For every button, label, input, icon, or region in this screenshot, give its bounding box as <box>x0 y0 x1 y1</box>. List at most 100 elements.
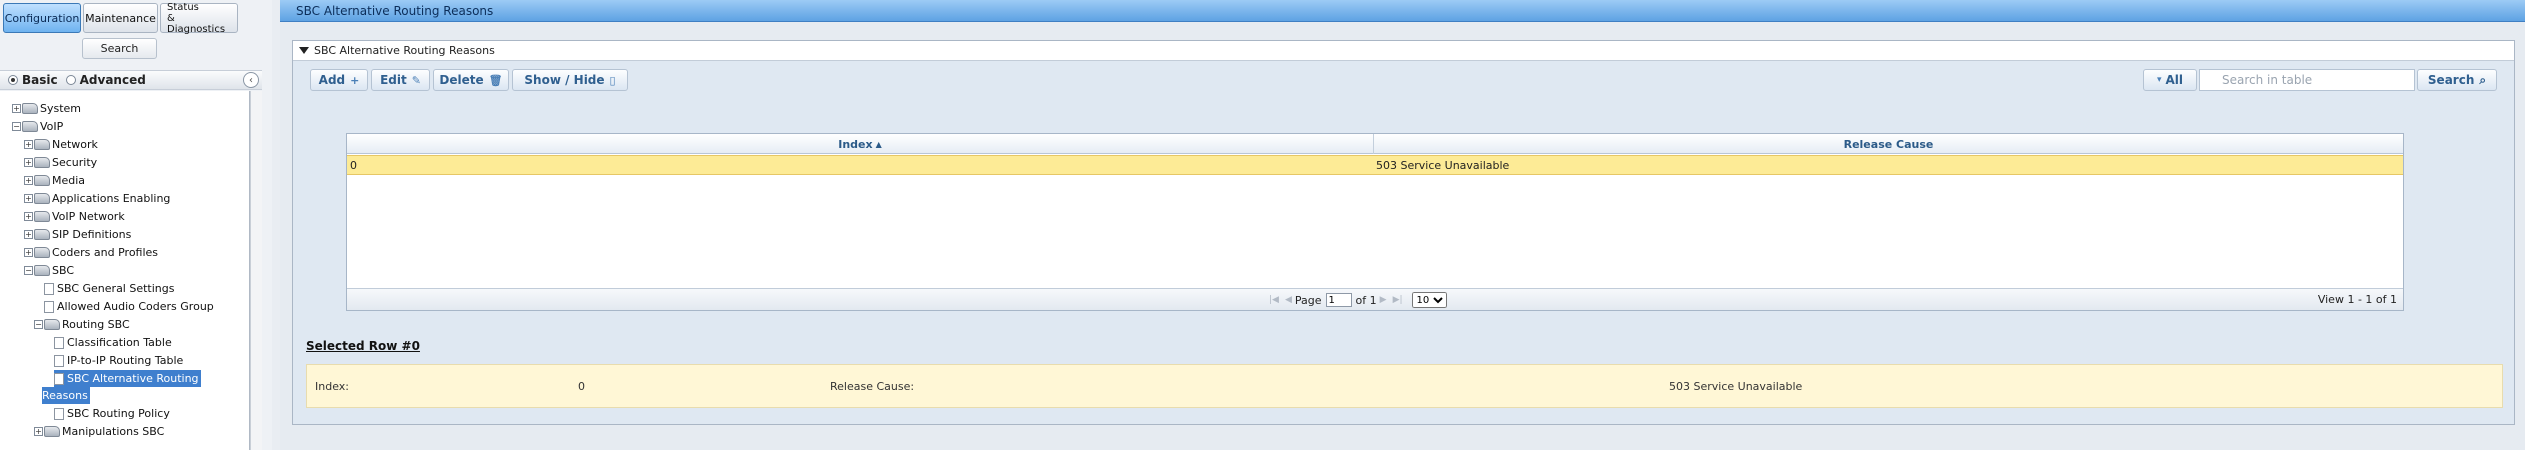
table-row[interactable]: 0 503 Service Unavailable <box>347 155 2403 175</box>
page-icon <box>44 300 54 313</box>
search-input[interactable] <box>2199 69 2415 91</box>
tree-item-sbc-routing-policy[interactable]: SBC Routing Policy <box>54 405 170 422</box>
collapse-triangle-icon[interactable] <box>299 47 309 54</box>
tree-item-voip-network[interactable]: + VoIP Network <box>24 208 125 225</box>
folder-icon <box>34 193 50 204</box>
expand-icon[interactable]: + <box>24 212 33 221</box>
tree-label: Applications Enabling <box>52 192 171 205</box>
plus-icon: + <box>350 73 360 87</box>
first-page-icon[interactable]: |◀ <box>1269 295 1279 305</box>
delete-button[interactable]: Delete 🗑 <box>433 69 509 91</box>
tab-configuration[interactable]: Configuration <box>3 3 81 33</box>
expand-icon[interactable]: + <box>24 140 33 149</box>
folder-icon <box>44 319 60 330</box>
tree-label: Allowed Audio Coders Group <box>57 300 214 313</box>
basic-label: Basic <box>22 73 58 87</box>
tree-item-media[interactable]: + Media <box>24 172 85 189</box>
tree-item-voip[interactable]: − VoIP <box>12 118 63 135</box>
tree-item-sbc[interactable]: − SBC <box>24 262 74 279</box>
tree-item-applications-enabling[interactable]: + Applications Enabling <box>24 190 170 207</box>
folder-icon <box>34 265 50 276</box>
folder-icon <box>34 247 50 258</box>
tab-maintenance[interactable]: Maintenance <box>83 3 158 33</box>
selected-row-title: Selected Row #0 <box>306 339 420 353</box>
advanced-label: Advanced <box>79 73 146 87</box>
column-label: Release Cause <box>1843 137 1934 151</box>
panel-title: SBC Alternative Routing Reasons <box>314 44 495 57</box>
tree-item-routing-sbc[interactable]: − Routing SBC <box>34 316 130 333</box>
collapse-icon[interactable]: − <box>34 320 43 329</box>
delete-label: Delete <box>439 73 484 87</box>
tree-label: Manipulations SBC <box>62 425 165 438</box>
tree-label: System <box>40 102 82 115</box>
add-label: Add <box>318 73 346 87</box>
pencil-icon: ✎ <box>411 73 421 87</box>
advanced-radio[interactable] <box>65 75 76 85</box>
tree-label: SBC Routing Policy <box>67 407 170 420</box>
add-button[interactable]: Add + <box>310 69 368 91</box>
show-hide-button[interactable]: Show / Hide ▯ <box>512 69 628 91</box>
tree-item-sip-definitions[interactable]: + SIP Definitions <box>24 226 131 243</box>
edit-button[interactable]: Edit ✎ <box>371 69 430 91</box>
folder-icon <box>44 426 60 437</box>
expand-icon[interactable]: + <box>24 194 33 203</box>
folder-icon <box>22 103 38 114</box>
search-button[interactable]: Search ⌕ <box>2417 69 2497 91</box>
expand-icon[interactable]: + <box>24 248 33 257</box>
nav-search-button[interactable]: Search <box>82 38 157 59</box>
page-icon <box>54 336 64 349</box>
expand-icon[interactable]: + <box>34 427 43 436</box>
tree-label: VoIP <box>40 120 64 133</box>
column-header-release-cause[interactable]: Release Cause <box>1373 134 2403 154</box>
tree-item-coders-and-profiles[interactable]: + Coders and Profiles <box>24 244 158 261</box>
tree-item-network[interactable]: + Network <box>24 136 98 153</box>
folder-icon <box>34 175 50 186</box>
tab-status-diagnostics[interactable]: Status & Diagnostics <box>160 1 238 35</box>
expand-icon[interactable]: + <box>24 176 33 185</box>
table-pager: |◀ ◀ Page of 1 ▶ ▶| 10 View 1 - 1 of 1 <box>347 288 2403 310</box>
main-content: SBC Alternative Routing Reasons SBC Alte… <box>280 0 2525 450</box>
last-page-icon[interactable]: ▶| <box>1393 295 1403 305</box>
column-label: Index <box>838 137 873 151</box>
tree-item-ip-to-ip-routing-table[interactable]: IP-to-IP Routing Table <box>54 352 183 369</box>
tree-item-manipulations-sbc[interactable]: + Manipulations SBC <box>34 423 164 440</box>
next-page-icon[interactable]: ▶ <box>1380 295 1387 305</box>
page-size-select[interactable]: 10 <box>1411 292 1447 308</box>
prev-page-icon[interactable]: ◀ <box>1285 295 1292 305</box>
page-icon <box>54 372 64 385</box>
detail-index-value: 0 <box>578 380 585 393</box>
tree-label: VoIP Network <box>52 210 125 223</box>
edit-label: Edit <box>380 73 407 87</box>
tree-label: IP-to-IP Routing Table <box>67 354 184 367</box>
pager-controls: |◀ ◀ Page of 1 ▶ ▶| 10 <box>1266 292 1447 308</box>
search-label: Search <box>2427 73 2475 87</box>
status-line-1: Status <box>167 1 199 13</box>
tree-item-sbc-general-settings[interactable]: SBC General Settings <box>44 280 174 297</box>
filter-all-button[interactable]: ▾ All <box>2143 69 2197 91</box>
collapse-icon[interactable]: − <box>12 122 21 131</box>
page-icon <box>54 354 64 367</box>
basic-radio[interactable] <box>8 75 18 85</box>
page-number-input[interactable] <box>1325 293 1352 307</box>
tree-item-classification-table[interactable]: Classification Table <box>54 334 172 351</box>
all-label: All <box>2165 73 2184 87</box>
tree-item-sbc-alternative-routing-reasons[interactable]: SBC Alternative Routing <box>54 370 201 387</box>
panel-header[interactable]: SBC Alternative Routing Reasons <box>293 41 2514 61</box>
table-panel: SBC Alternative Routing Reasons Add + Edi… <box>292 40 2515 425</box>
collapse-icon[interactable]: − <box>24 266 33 275</box>
expand-icon[interactable]: + <box>12 104 21 113</box>
collapse-sidebar-icon[interactable]: ‹ <box>243 72 259 88</box>
page-icon <box>54 407 64 420</box>
tree-scrollbar[interactable] <box>250 91 262 450</box>
expand-icon[interactable]: + <box>24 230 33 239</box>
tree-item-allowed-audio-coders-group[interactable]: Allowed Audio Coders Group <box>44 298 214 315</box>
tree-item-system[interactable]: + System <box>12 100 81 117</box>
tree-item-security[interactable]: + Security <box>24 154 97 171</box>
show-hide-label: Show / Hide <box>524 73 605 87</box>
expand-icon[interactable]: + <box>24 158 33 167</box>
tree-item-sbc-alternative-routing-reasons-cont[interactable]: Reasons <box>42 387 90 404</box>
detail-release-cause-value: 503 Service Unavailable <box>1669 380 1803 393</box>
column-header-index[interactable]: Index ▲ <box>347 134 1373 154</box>
sort-asc-icon: ▲ <box>875 139 882 149</box>
data-table: Index ▲ Release Cause 0 503 Service Unav… <box>346 133 2404 311</box>
